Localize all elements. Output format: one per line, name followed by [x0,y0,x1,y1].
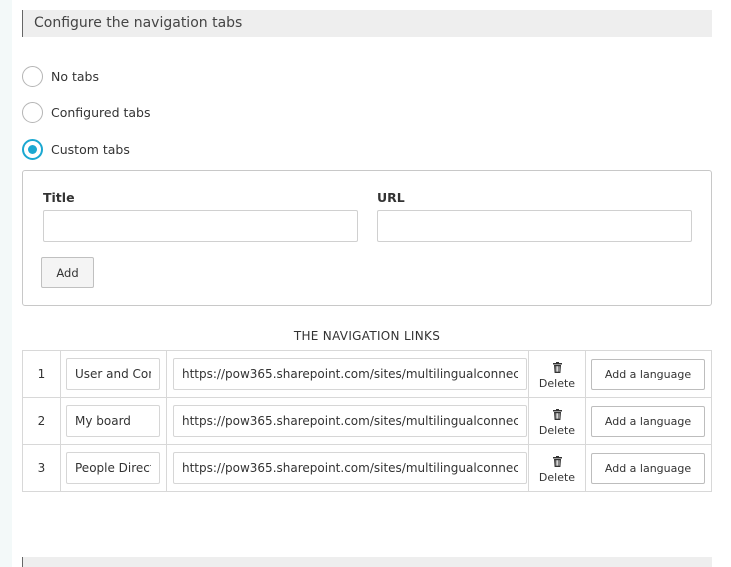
table-row: 1 User and Con https://pow365.sharepoint… [22,350,712,398]
delete-label: Delete [538,377,576,390]
delete-button[interactable]: Delete [539,456,575,484]
section-header: Configure the navigation tabs [22,10,712,37]
link-title-input[interactable] [66,405,160,437]
radio-circle[interactable] [22,101,43,123]
language-cell: Add a language [585,350,712,398]
radio-label: Configured tabs [51,104,151,120]
language-cell: Add a language [585,397,712,445]
section-title: Configure the navigation tabs [34,15,243,31]
link-url-input[interactable] [173,405,527,437]
link-url-input[interactable] [173,452,527,484]
radio-circle[interactable] [22,65,43,87]
add-language-button[interactable]: Add a language [591,405,705,437]
title-input[interactable] [43,210,358,242]
settings-panel: Configure the navigation tabs No tabs Co… [12,0,731,567]
title-cell [60,444,167,492]
radio-label: No tabs [51,68,99,84]
delete-label: Delete [538,471,576,484]
link-title-input[interactable] [66,452,160,484]
delete-cell: Delete [528,350,586,398]
row-index: 1 [22,350,61,398]
add-language-button[interactable]: Add a language [591,358,705,390]
next-section-header [22,557,712,567]
url-cell [166,444,529,492]
url-cell [166,350,529,398]
radio-circle-selected[interactable] [22,138,43,160]
row-index: 2 [22,397,61,445]
url-input[interactable] [377,210,692,242]
radio-configured-tabs[interactable]: Configured tabs [22,101,151,123]
language-cell: Add a language [585,444,712,492]
links-heading: THE NAVIGATION LINKS [293,329,441,343]
table-row: 3 People Direct https://pow365.sharepoin… [22,444,712,492]
radio-no-tabs[interactable]: No tabs [22,65,99,87]
title-cell [60,350,167,398]
add-button[interactable]: Add [41,257,94,288]
add-language-button[interactable]: Add a language [591,452,705,484]
url-cell [166,397,529,445]
radio-label: Custom tabs [51,141,130,157]
url-label: URL [377,190,405,205]
delete-label: Delete [538,424,576,437]
link-title-input[interactable] [66,358,160,390]
trash-icon [552,456,562,467]
link-url-input[interactable] [173,358,527,390]
radio-custom-tabs[interactable]: Custom tabs [22,138,130,160]
trash-icon [552,362,562,373]
title-cell [60,397,167,445]
delete-button[interactable]: Delete [539,362,575,390]
trash-icon [552,409,562,420]
table-row: 2 My board https://pow365.sharepoint.com… [22,397,712,445]
delete-cell: Delete [528,444,586,492]
custom-tab-form: Title URL Add [22,170,712,306]
title-label: Title [43,190,75,205]
navigation-links-table: 1 User and Con https://pow365.sharepoint… [22,350,712,492]
delete-cell: Delete [528,397,586,445]
row-index: 3 [22,444,61,492]
delete-button[interactable]: Delete [539,409,575,437]
